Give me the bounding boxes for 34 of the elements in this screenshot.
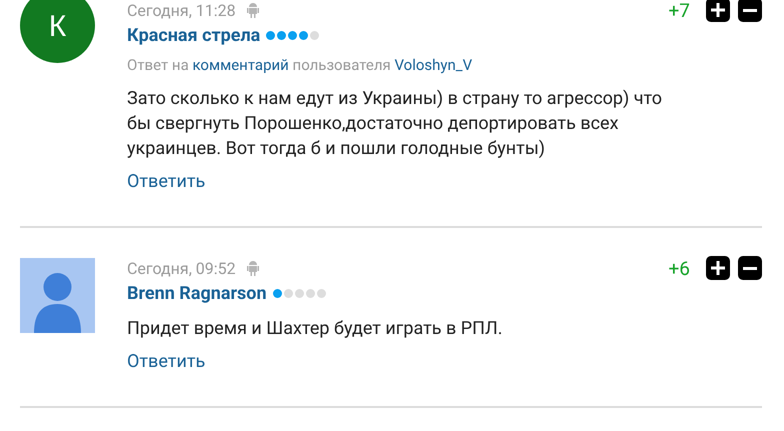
comment-text: Зато сколько к нам едут из Украины) в страну то агрессор) что бы свергнуть Порошенко,достаточно депортировать всех украинцев. Вот тогда б и пошли голодные бунты): [127, 87, 664, 161]
android-icon: [246, 260, 260, 276]
android-icon: [246, 2, 260, 18]
reply-to-line: Ответ на комментарий пользователя Voloshyn_V: [127, 56, 474, 74]
rating-dot: [272, 289, 282, 298]
downvote-button[interactable]: [738, 256, 762, 280]
minus-icon: [743, 8, 757, 12]
comment-text: Придет время и Шахтер будет играть в РПЛ.: [127, 317, 504, 341]
rating-dot: [299, 31, 308, 40]
user-link[interactable]: Voloshyn_V: [394, 56, 472, 74]
author-name[interactable]: Красная стрела: [127, 25, 260, 46]
rating-dot: [294, 289, 304, 298]
rating-dot: [284, 289, 293, 298]
rating-dot: [266, 31, 276, 40]
plus-icon: [710, 260, 726, 276]
plus-icon: [710, 2, 726, 18]
avatar: К: [20, 0, 95, 63]
rating-dot: [288, 31, 298, 40]
comment-time: Сегодня, 11:28: [127, 0, 236, 20]
rating-dot: [316, 289, 326, 298]
vote-score: +7: [668, 0, 690, 22]
rating-dot: [277, 31, 286, 40]
author-name[interactable]: Brenn Ragnarson: [127, 283, 267, 304]
minus-icon: [743, 266, 757, 270]
vote-score: +6: [668, 256, 690, 280]
reply-button[interactable]: Ответить: [127, 171, 206, 192]
rating-dot: [310, 31, 320, 40]
upvote-button[interactable]: [706, 0, 730, 22]
reply-button[interactable]: Ответить: [127, 351, 206, 372]
comment-link[interactable]: комментарий: [192, 56, 289, 74]
upvote-button[interactable]: [706, 256, 730, 280]
rating-dot: [306, 289, 315, 298]
downvote-button[interactable]: [738, 0, 762, 22]
comment-time: Сегодня, 09:52: [127, 258, 236, 278]
